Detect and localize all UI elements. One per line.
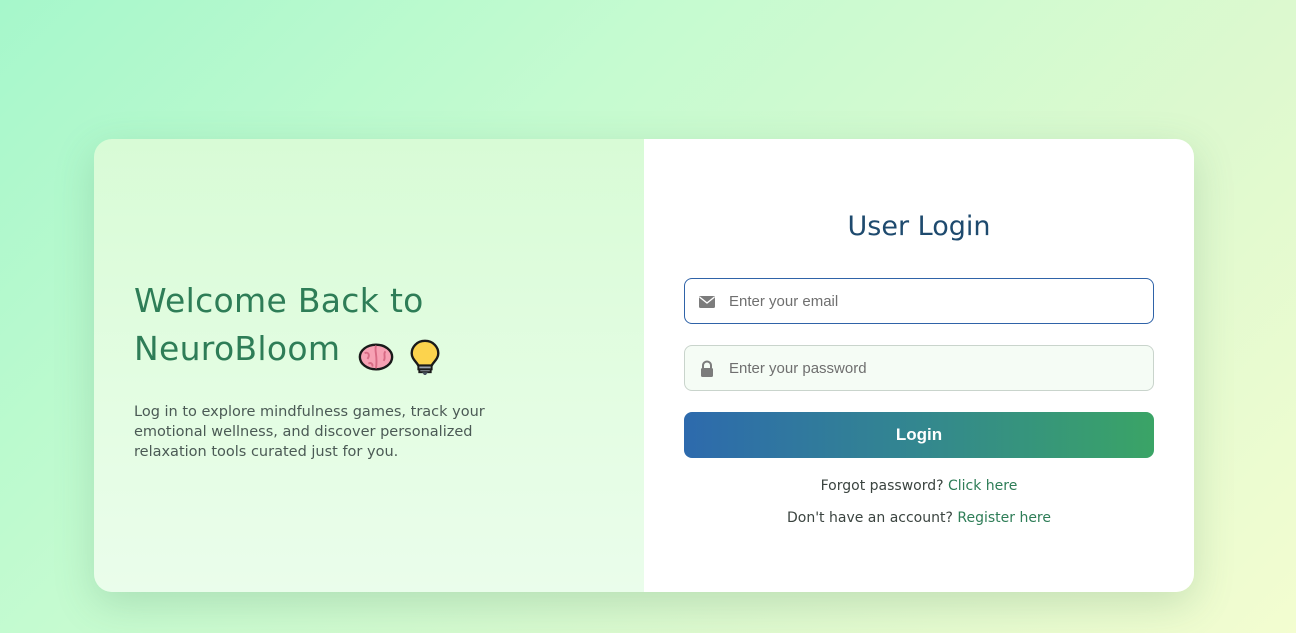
envelope-icon	[699, 296, 715, 308]
password-input[interactable]	[729, 346, 1139, 390]
welcome-heading-line1: Welcome Back to	[134, 281, 424, 320]
login-panel: User Login Login Forgot password? Click …	[644, 139, 1194, 592]
welcome-panel: Welcome Back to NeuroBloom Log in to exp…	[94, 139, 644, 592]
register-row: Don't have an account? Register here	[644, 510, 1194, 526]
login-card: Welcome Back to NeuroBloom Log in to exp…	[94, 139, 1194, 592]
welcome-description: Log in to explore mindfulness games, tra…	[134, 404, 485, 460]
welcome-heading: Welcome Back to NeuroBloom	[134, 277, 594, 379]
login-button[interactable]: Login	[684, 412, 1154, 458]
emoji-group	[357, 331, 444, 379]
lock-icon	[701, 360, 713, 377]
brand-name: NeuroBloom	[134, 329, 341, 368]
email-input[interactable]	[729, 279, 1139, 323]
register-link[interactable]: Register here	[957, 510, 1051, 526]
forgot-password-link[interactable]: Click here	[948, 478, 1017, 494]
lightbulb-icon	[410, 339, 440, 375]
email-field[interactable]	[684, 278, 1154, 324]
forgot-password-text: Forgot password?	[820, 478, 944, 494]
brain-icon	[358, 342, 394, 371]
login-title: User Login	[847, 211, 991, 242]
password-field[interactable]	[684, 345, 1154, 391]
welcome-heading-line2-wrap: NeuroBloom	[134, 325, 594, 379]
forgot-password-row: Forgot password? Click here	[644, 478, 1194, 494]
register-text: Don't have an account?	[786, 510, 953, 526]
